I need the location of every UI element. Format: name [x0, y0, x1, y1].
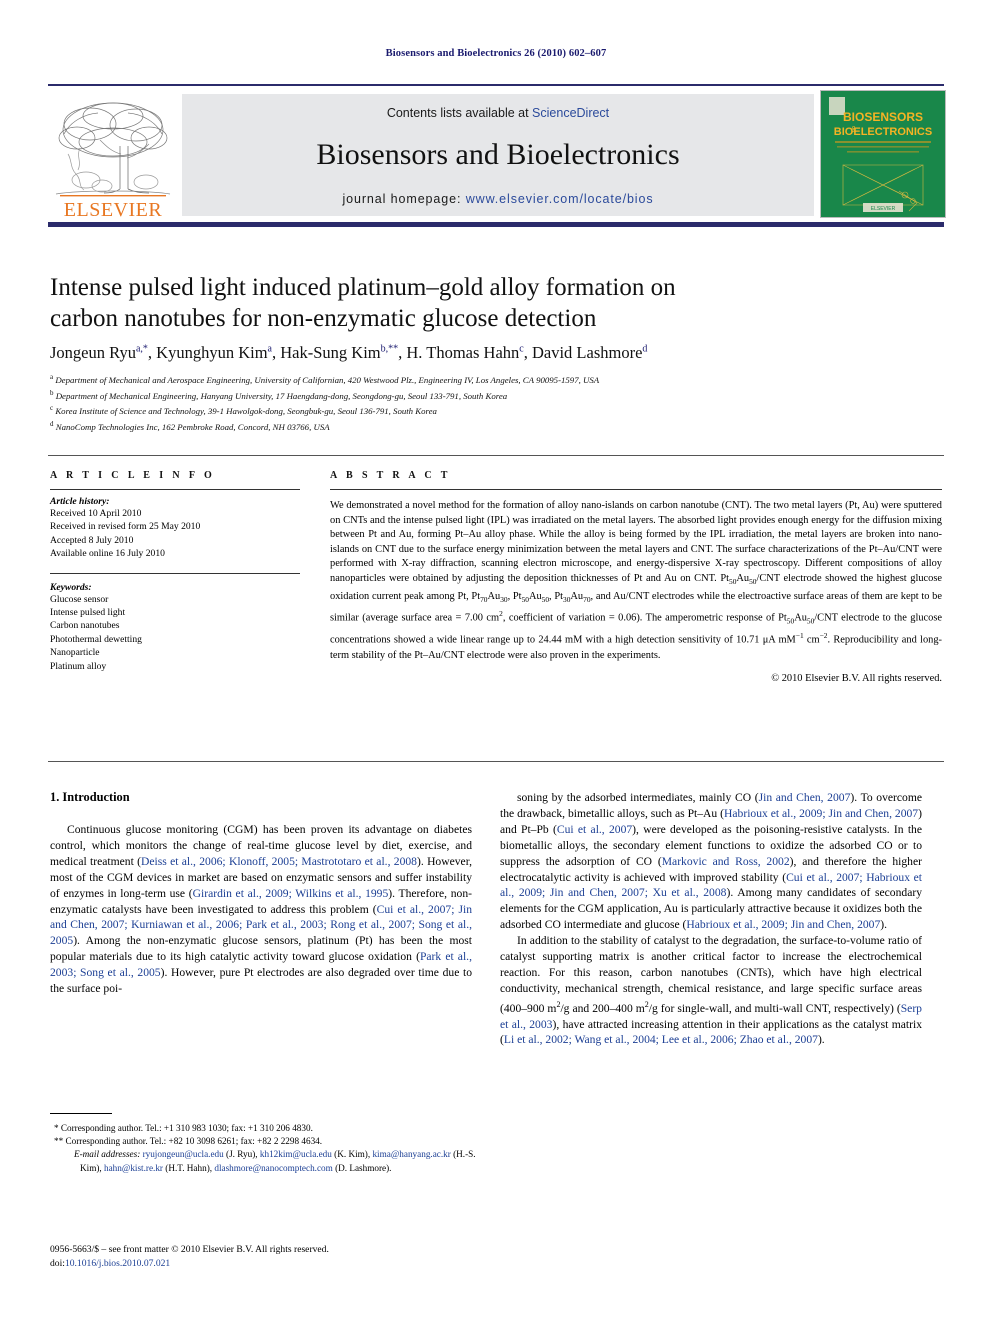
paper-title: Intense pulsed light induced platinum–go…	[50, 272, 910, 334]
author-entry: David Lashmored	[532, 343, 647, 362]
article-page: Biosensors and Bioelectronics 26 (2010) …	[0, 0, 992, 1323]
author-entry: Jongeun Ryua,*	[50, 343, 148, 362]
author-affil-marks: c	[519, 343, 524, 355]
abstract-band-top-rule	[48, 455, 944, 456]
abstract-copyright: © 2010 Elsevier B.V. All rights reserved…	[771, 673, 942, 685]
author-affil-marks: a	[267, 343, 272, 355]
keyword-item: Intense pulsed light	[50, 607, 126, 619]
homepage-prefix: journal homepage:	[342, 192, 466, 206]
affiliation-item: d NanoComp Technologies Inc, 162 Pembrok…	[50, 418, 940, 434]
author-list: Jongeun Ryua,*, Kyunghyun Kima, Hak-Sung…	[50, 343, 648, 362]
article-history-item: Available online 16 July 2010	[50, 548, 165, 560]
abstract-rule	[330, 489, 942, 490]
keyword-item: Nanoparticle	[50, 647, 100, 659]
author-affil-marks: d	[642, 343, 648, 355]
article-info-column: A R T I C L E I N F O Article history: R…	[50, 470, 300, 673]
author-entry: Hak-Sung Kimb,**	[280, 343, 398, 362]
keyword-item: Carbon nanotubes	[50, 620, 120, 632]
affiliation-text: Department of Mechanical and Aerospace E…	[55, 374, 600, 385]
keyword-item: Glucose sensor	[50, 593, 109, 605]
article-history-item: Received in revised form 25 May 2010	[50, 521, 201, 533]
body-column-left: 1. Introduction Continuous glucose monit…	[50, 790, 472, 997]
keywords-label: Keywords:	[50, 581, 92, 593]
contents-lists-prefix: Contents lists available at	[386, 106, 533, 120]
homepage-url-link[interactable]: www.elsevier.com/locate/bios	[466, 192, 654, 206]
intro-paragraph-continued: soning by the adsorbed intermediates, ma…	[500, 791, 923, 932]
sciencedirect-link[interactable]: ScienceDirect	[532, 106, 609, 120]
intro-paragraph-2: In addition to the stability of catalyst…	[500, 934, 922, 1047]
paper-title-line-1: Intense pulsed light induced platinum–go…	[50, 274, 676, 301]
author-affil-marks: b,**	[380, 343, 399, 355]
footnote-block: * Corresponding author. Tel.: +1 310 983…	[50, 1122, 480, 1175]
abstract-body: We demonstrated a novel method for the f…	[330, 500, 942, 661]
footnote-corresponding-1: * Corresponding author. Tel.: +1 310 983…	[54, 1123, 313, 1133]
affiliation-item: c Korea Institute of Science and Technol…	[50, 402, 940, 418]
journal-cover-thumbnail: BIOSENSORS & BIOELECTRONICS ELSEVIER	[820, 90, 946, 218]
section-heading-introduction: 1. Introduction	[50, 790, 130, 804]
article-history-label: Article history:	[50, 496, 110, 507]
affiliation-item: b Department of Mechanical Engineering, …	[50, 387, 940, 403]
affiliation-list: a Department of Mechanical and Aerospace…	[50, 371, 940, 434]
keyword-item: Platinum alloy	[50, 660, 107, 672]
doi-prefix: doi:	[50, 1257, 65, 1269]
affiliation-mark: a	[50, 373, 54, 381]
author-name: David Lashmore	[531, 343, 643, 362]
masthead-center-band: Contents lists available at ScienceDirec…	[182, 94, 814, 216]
author-affil-marks: a,*	[135, 343, 148, 355]
author-name: H. Thomas Hahn	[406, 343, 520, 362]
author-name: Jongeun Ryu	[50, 343, 136, 362]
article-info-rule	[50, 489, 300, 490]
abstract-column: A B S T R A C T We demonstrated a novel …	[330, 470, 942, 684]
svg-text:BIOELECTRONICS: BIOELECTRONICS	[834, 126, 932, 138]
affiliation-mark: d	[50, 420, 54, 429]
article-history-item: Accepted 8 July 2010	[50, 534, 134, 546]
journal-homepage-line: journal homepage: www.elsevier.com/locat…	[182, 192, 814, 206]
abstract-band-bottom-rule	[48, 761, 944, 762]
journal-masthead: ELSEVIER Contents lists available at Sci…	[48, 84, 946, 227]
abstract-heading: A B S T R A C T	[330, 470, 451, 481]
elsevier-tree-logo	[50, 94, 176, 216]
affiliation-mark: b	[50, 388, 54, 397]
svg-text:ELSEVIER: ELSEVIER	[871, 206, 896, 212]
issn-copyright-block: 0956-5663/$ – see front matter © 2010 El…	[50, 1243, 480, 1270]
affiliation-mark: c	[50, 404, 54, 413]
issn-line: 0956-5663/$ – see front matter © 2010 El…	[50, 1244, 329, 1255]
elsevier-wordmark: ELSEVIER	[63, 199, 163, 221]
journal-title: Biosensors and Bioelectronics	[316, 138, 680, 171]
author-entry: H. Thomas Hahnc	[406, 343, 523, 362]
author-name: Hak-Sung Kim	[280, 343, 381, 362]
affiliation-text: Korea Institute of Science and Technolog…	[55, 406, 437, 417]
affiliation-item: a Department of Mechanical and Aerospace…	[50, 371, 940, 387]
contents-lists-line: Contents lists available at ScienceDirec…	[182, 106, 814, 120]
keywords-rule	[50, 572, 300, 574]
svg-text:BIOSENSORS: BIOSENSORS	[843, 110, 923, 124]
footnote-email-addresses[interactable]: E-mail addresses: ryujongeun@ucla.edu (J…	[50, 1148, 480, 1174]
keyword-item: Photothermal dewetting	[50, 633, 142, 645]
doi-line: doi:10.1016/j.bios.2010.07.021	[50, 1257, 480, 1271]
doi-link[interactable]: 10.1016/j.bios.2010.07.021	[65, 1258, 170, 1269]
intro-paragraph: Continuous glucose monitoring (CGM) has …	[50, 823, 473, 996]
body-column-right: soning by the adsorbed intermediates, ma…	[500, 790, 922, 1048]
footnote-corresponding-2: ** Corresponding author. Tel.: +82 10 30…	[54, 1136, 323, 1147]
author-entry: Kyunghyun Kima	[156, 343, 272, 362]
masthead-bottom-rule	[48, 222, 944, 227]
masthead-top-rule	[48, 84, 944, 86]
article-info-heading: A R T I C L E I N F O	[50, 470, 216, 481]
author-name: Kyunghyun Kim	[156, 343, 268, 362]
paper-title-line-2: carbon nanotubes for non-enzymatic gluco…	[50, 305, 597, 332]
running-head: Biosensors and Bioelectronics 26 (2010) …	[385, 48, 607, 59]
affiliation-text: NanoComp Technologies Inc, 162 Pembroke …	[55, 422, 330, 433]
article-history-item: Received 10 April 2010	[50, 508, 142, 519]
affiliation-text: Department of Mechanical Engineering, Ha…	[55, 390, 508, 401]
footnote-separator-rule	[50, 1113, 112, 1114]
